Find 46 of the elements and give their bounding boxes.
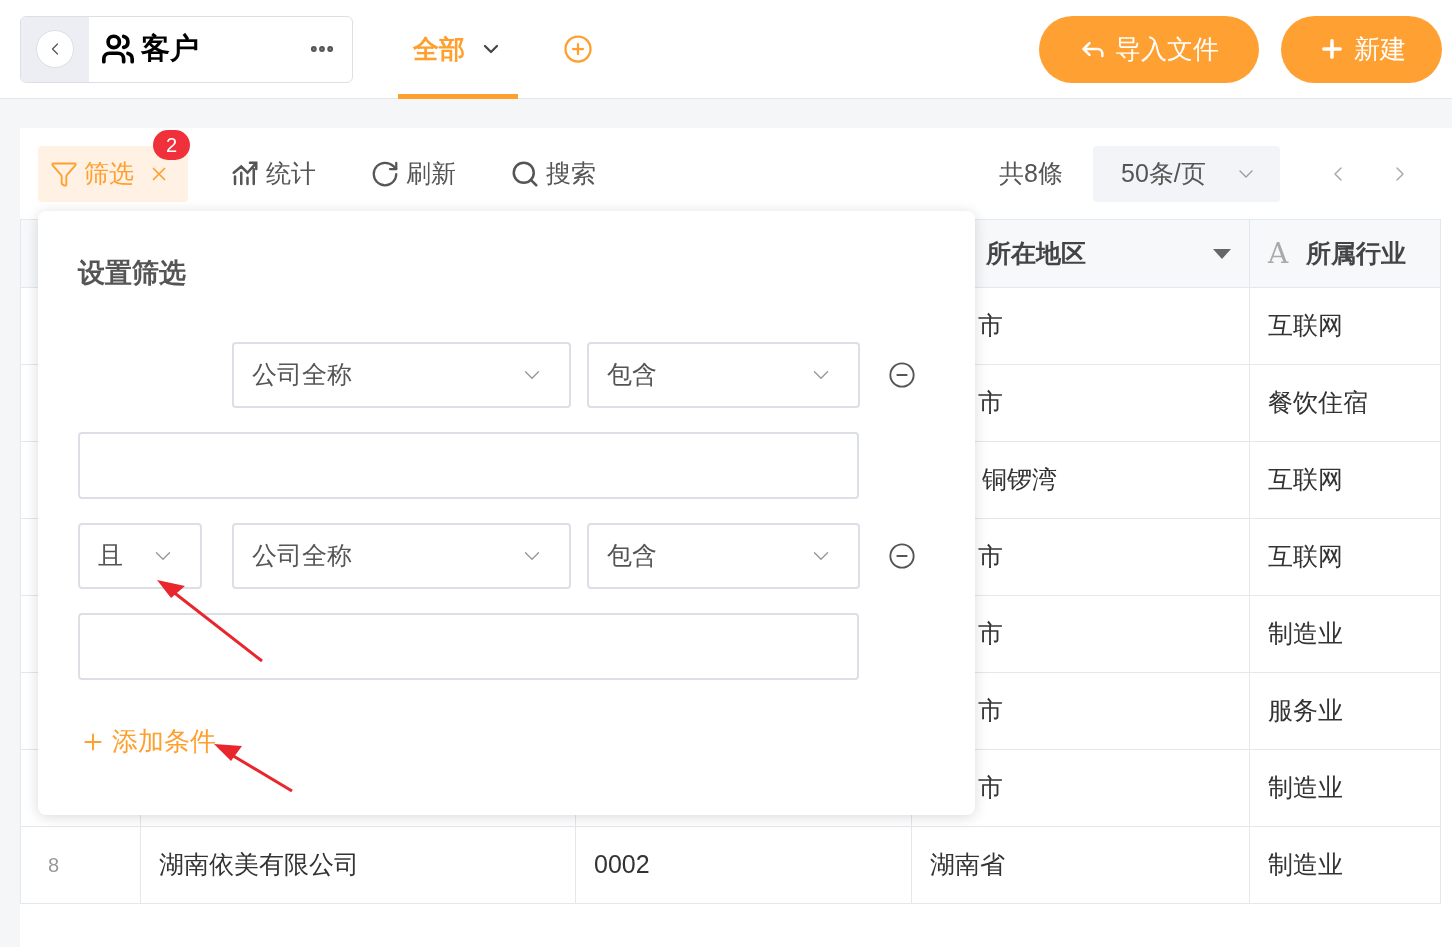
table-cell-text: 互联网 — [1268, 464, 1343, 496]
row-number: 8 — [48, 853, 60, 878]
operator-select[interactable]: 包含 — [587, 342, 860, 408]
back-button[interactable] — [36, 30, 74, 68]
remove-condition-icon[interactable] — [888, 361, 916, 389]
users-icon — [101, 32, 135, 66]
table-cell-text: 餐饮住宿 — [1268, 387, 1368, 419]
table-cell-text: 市 — [978, 772, 1003, 804]
table-cell-text: 0002 — [594, 849, 650, 881]
text-type-icon: A — [1268, 232, 1289, 275]
field-select[interactable]: 公司全称 — [232, 342, 571, 408]
value-input-field[interactable] — [78, 613, 859, 680]
table-cell-text: 市 — [978, 695, 1003, 727]
search-button[interactable]: 搜索 — [510, 146, 596, 202]
value-input-field[interactable] — [78, 432, 859, 499]
popover-title: 设置筛选 — [78, 257, 187, 290]
total-count: 共8條 — [999, 158, 1063, 190]
table-cell-text: 制造业 — [1268, 618, 1343, 650]
table-cell-text: 市 — [978, 387, 1003, 419]
column-header[interactable]: 所属行业 — [1306, 234, 1407, 273]
table-cell-text: 铜锣湾 — [982, 464, 1057, 496]
table-cell-text: 互联网 — [1268, 541, 1343, 573]
table-cell-text: 制造业 — [1268, 849, 1343, 881]
refresh-button[interactable]: 刷新 — [370, 146, 456, 202]
stats-button[interactable]: 统计 — [230, 146, 316, 202]
table-cell-text: 市 — [978, 541, 1003, 573]
module-title: 客户 — [141, 31, 199, 67]
remove-condition-icon[interactable] — [888, 542, 916, 570]
table-cell-text: 市 — [978, 310, 1003, 342]
filter-icon — [50, 160, 78, 188]
table-cell-text: 互联网 — [1268, 310, 1343, 342]
conjunction-select[interactable]: 且 — [78, 523, 202, 589]
refresh-icon — [370, 159, 400, 189]
table-cell-text: 服务业 — [1268, 695, 1343, 727]
column-header[interactable]: 所在地区 — [986, 234, 1086, 273]
search-icon — [510, 159, 540, 189]
add-view-icon[interactable] — [563, 34, 593, 64]
sort-caret-icon[interactable] — [1213, 248, 1231, 259]
table-cell-text: 湖南省 — [930, 849, 1005, 881]
field-select[interactable]: 公司全称 — [232, 523, 571, 589]
page-size-select[interactable]: 50条/页 — [1093, 146, 1280, 202]
operator-select[interactable]: 包含 — [587, 523, 860, 589]
filter-count-badge: 2 — [153, 130, 190, 160]
table-cell-text: 制造业 — [1268, 772, 1343, 804]
table-cell-text: 市 — [978, 618, 1003, 650]
table-cell-text: 湖南依美有限公司 — [159, 849, 359, 881]
